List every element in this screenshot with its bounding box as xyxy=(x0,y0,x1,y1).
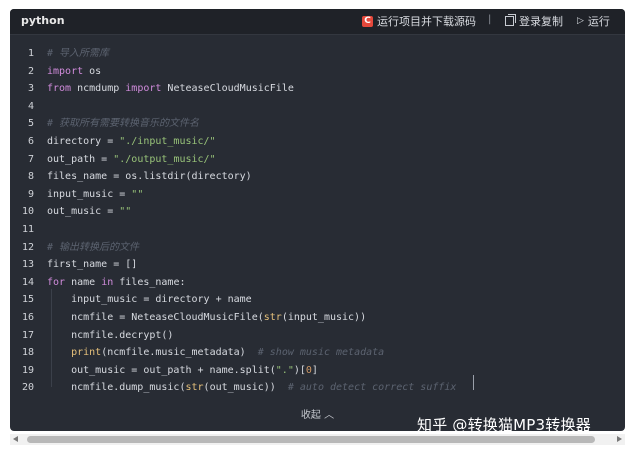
login-copy-button[interactable]: 登录复制 xyxy=(505,13,563,29)
code-text: # 导入所需库 xyxy=(47,48,110,59)
code-text: files_name = os.listdir(directory) xyxy=(47,171,252,183)
code-text: out_music = out_path + name.split(".")[0… xyxy=(47,364,318,376)
run-label: 运行 xyxy=(587,15,610,28)
code-text: ncmfile.decrypt() xyxy=(47,329,174,341)
language-label: python xyxy=(21,14,65,27)
code-line: 18 print(ncmfile.music_metadata) # show … xyxy=(10,344,625,362)
code-line: 19 out_music = out_path + name.split("."… xyxy=(10,362,625,380)
code-line: 17 ncmfile.decrypt() xyxy=(10,327,625,345)
code-line: 10 out_music = "" xyxy=(10,203,625,221)
code-line: 11 xyxy=(10,221,625,239)
toolbar-separator: | xyxy=(488,14,492,25)
indent-guide xyxy=(51,289,52,387)
code-line: 9 input_music = "" xyxy=(10,186,625,204)
code-line: 5 # 获取所有需要转换音乐的文件名 xyxy=(10,115,625,133)
run-and-download-button[interactable]: C 运行项目并下载源码 xyxy=(362,13,476,29)
line-number: 8 xyxy=(27,171,34,183)
code-line: 4 xyxy=(10,98,625,116)
code-line: 20 ncmfile.dump_music(str(out_music)) # … xyxy=(10,379,625,397)
line-number: 7 xyxy=(27,153,34,165)
line-number: 6 xyxy=(27,136,34,147)
code-block: python C 运行项目并下载源码 | 登录复制 ▷ 运行 1 # 导入所需库 2… xyxy=(10,9,625,431)
line-number: 9 xyxy=(27,188,34,200)
code-line: 7 out_path = "./output_music/" xyxy=(10,151,625,169)
line-number: 15 xyxy=(21,294,34,306)
code-text: for name in files_name: xyxy=(47,276,186,288)
scroll-left-icon[interactable] xyxy=(13,436,18,442)
code-line: 1 # 导入所需库 xyxy=(10,45,625,63)
line-number: 11 xyxy=(21,224,34,235)
code-line: 16 ncmfile = NeteaseCloudMusicFile(str(i… xyxy=(10,309,625,327)
code-line: 2 import os xyxy=(10,63,625,81)
line-number: 12 xyxy=(21,241,34,253)
csdn-c-icon: C xyxy=(362,15,373,27)
line-number: 1 xyxy=(27,48,34,59)
line-number: 20 xyxy=(21,382,34,394)
code-text: input_music = directory + name xyxy=(47,294,252,306)
code-line: 15 input_music = directory + name xyxy=(10,291,625,309)
scrollbar-thumb[interactable] xyxy=(27,436,595,443)
line-number: 18 xyxy=(21,347,34,359)
zhihu-watermark: 知乎 @转换猫MP3转换器 xyxy=(417,416,591,431)
code-line: 12 # 输出转换后的文件 xyxy=(10,239,625,257)
play-icon: ▷ xyxy=(577,16,584,26)
line-number: 4 xyxy=(27,100,34,112)
run-and-download-label: 运行项目并下载源码 xyxy=(377,15,476,28)
line-number: 3 xyxy=(27,83,34,95)
code-line: 8 files_name = os.listdir(directory) xyxy=(10,168,625,186)
line-number: 10 xyxy=(21,206,34,218)
code-line: 3 from ncmdump import NeteaseCloudMusicFi… xyxy=(10,80,625,98)
line-number: 2 xyxy=(27,65,34,77)
line-number: 5 xyxy=(27,118,34,130)
login-copy-label: 登录复制 xyxy=(519,15,563,28)
line-number: 19 xyxy=(21,364,34,376)
horizontal-scrollbar[interactable] xyxy=(10,434,625,445)
code-toolbar: python C 运行项目并下载源码 | 登录复制 ▷ 运行 xyxy=(10,9,625,35)
code-text: out_path = "./output_music/" xyxy=(47,153,216,165)
code-text: ncmfile = NeteaseCloudMusicFile(str(inpu… xyxy=(47,312,367,323)
code-line: 6 directory = "./input_music/" xyxy=(10,133,625,151)
scroll-right-icon[interactable] xyxy=(617,436,622,442)
code-text: print(ncmfile.music_metadata) # show mus… xyxy=(71,347,385,359)
copy-icon xyxy=(505,14,516,26)
run-button[interactable]: ▷ 运行 xyxy=(577,13,610,29)
code-line: 13 first_name = [] xyxy=(10,256,625,274)
line-number: 16 xyxy=(21,312,34,323)
line-number: 13 xyxy=(21,259,34,271)
text-cursor xyxy=(473,375,474,390)
code-text: directory = "./input_music/" xyxy=(47,136,216,147)
code-text: out_music = "" xyxy=(47,206,132,218)
code-text: # 输出转换后的文件 xyxy=(47,241,140,253)
line-number: 17 xyxy=(21,329,34,341)
code-text: # 获取所有需要转换音乐的文件名 xyxy=(47,118,200,130)
code-text: input_music = "" xyxy=(47,188,144,200)
code-text: from ncmdump import NeteaseCloudMusicFil… xyxy=(47,83,294,95)
code-line: 14 for name in files_name: xyxy=(10,274,625,292)
code-text: ncmfile.dump_music(str(out_music)) # aut… xyxy=(47,382,457,394)
code-text: first_name = [] xyxy=(47,259,138,271)
line-number: 14 xyxy=(21,276,34,288)
code-text: import os xyxy=(47,65,102,77)
